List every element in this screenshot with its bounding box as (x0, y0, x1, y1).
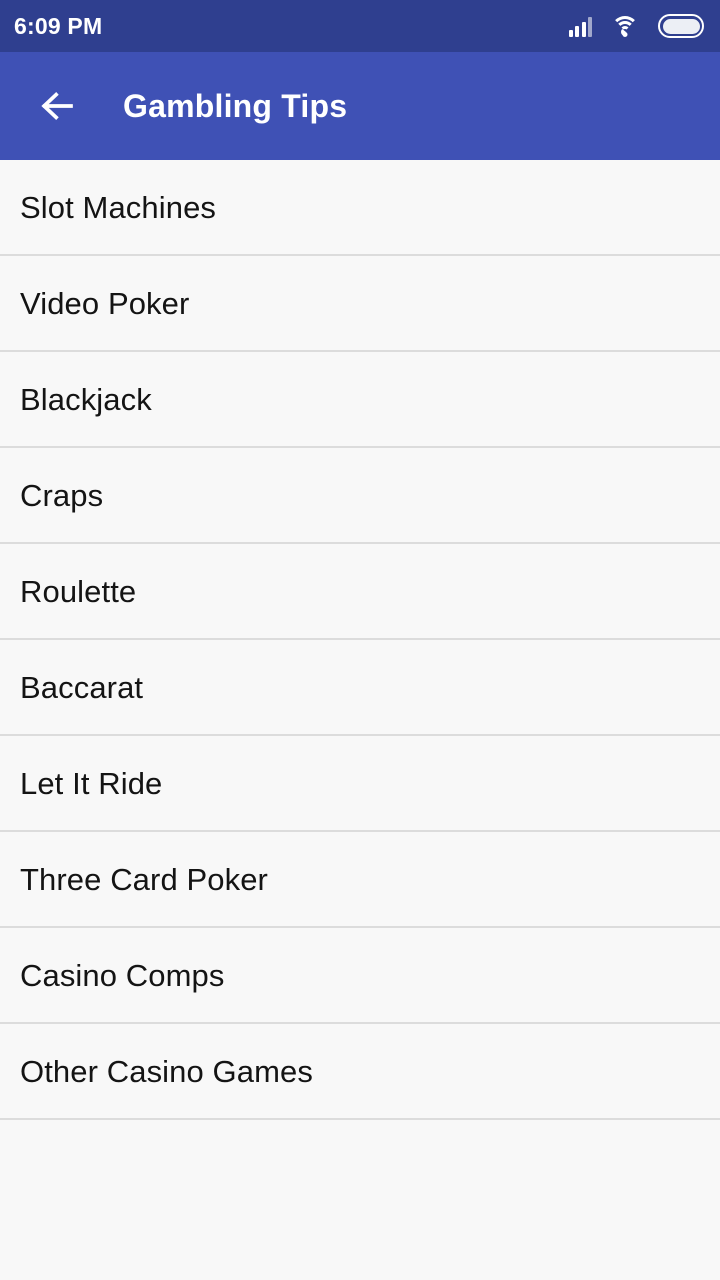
list-item-label: Slot Machines (20, 189, 217, 225)
signal-icon (568, 15, 592, 37)
list-item-label: Other Casino Games (20, 1053, 313, 1089)
list-item[interactable]: Baccarat (0, 640, 720, 736)
status-bar-clock: 6:09 PM (14, 12, 103, 39)
wifi-icon (610, 15, 640, 37)
list-item-label: Roulette (20, 573, 137, 609)
list-empty-space (0, 1120, 720, 1280)
list-item[interactable]: Three Card Poker (0, 832, 720, 928)
app-bar: Gambling Tips (0, 52, 720, 160)
status-bar: 6:09 PM (0, 0, 720, 52)
list-item-label: Baccarat (20, 669, 144, 705)
list-item[interactable]: Let It Ride (0, 736, 720, 832)
list-item-label: Let It Ride (20, 765, 163, 801)
back-button[interactable] (34, 83, 80, 129)
list-item[interactable]: Blackjack (0, 352, 720, 448)
list-item[interactable]: Craps (0, 448, 720, 544)
list-item[interactable]: Roulette (0, 544, 720, 640)
list-item-label: Video Poker (20, 285, 190, 321)
arrow-left-icon (41, 92, 73, 120)
page-title: Gambling Tips (123, 87, 348, 124)
list-item-label: Blackjack (20, 381, 152, 417)
battery-icon (658, 14, 704, 38)
app-screen: 6:09 PM Gambling Tips Slot Machines Vide… (0, 0, 720, 1280)
list-item[interactable]: Casino Comps (0, 928, 720, 1024)
list-item-label: Casino Comps (20, 957, 225, 993)
list-item[interactable]: Video Poker (0, 256, 720, 352)
list-item[interactable]: Slot Machines (0, 160, 720, 256)
tips-category-list: Slot Machines Video Poker Blackjack Crap… (0, 160, 720, 1280)
list-item-label: Craps (20, 477, 104, 513)
list-item[interactable]: Other Casino Games (0, 1024, 720, 1120)
list-item-label: Three Card Poker (20, 861, 268, 897)
status-bar-icons (568, 14, 704, 38)
